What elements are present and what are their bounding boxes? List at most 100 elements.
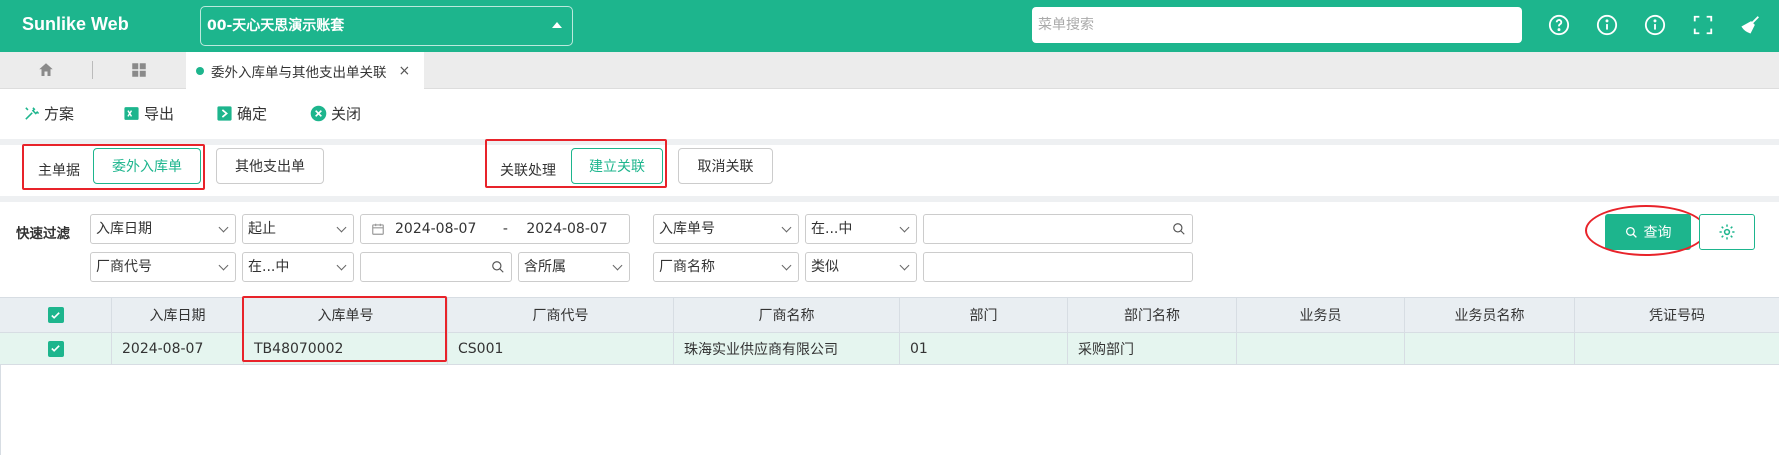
confirm-button[interactable]: 确定 — [215, 103, 267, 124]
filter-op-value: 起止 — [248, 221, 276, 237]
chevron-down-icon — [336, 260, 347, 271]
cell-voucher-no — [1575, 333, 1779, 364]
fullscreen-icon[interactable] — [1692, 14, 1714, 36]
master-label: 主单据 — [38, 163, 80, 179]
checkbox-checked-icon[interactable] — [47, 340, 64, 357]
brand-logo: Sunlike Web — [22, 14, 129, 34]
cell-salesperson — [1237, 333, 1405, 364]
cell-date: 2024-08-07 — [112, 333, 244, 364]
filter-op-select-3[interactable]: 在...中 — [242, 252, 354, 282]
table-left-border — [0, 365, 1, 455]
filter-op-value: 类似 — [811, 259, 839, 275]
column-header[interactable]: 凭证号码 — [1575, 298, 1779, 332]
tab-active[interactable]: 委外入库单与其他支出单关联 × — [186, 52, 424, 89]
annotation-box-receipt-no — [242, 296, 447, 362]
close-tab-icon[interactable]: × — [399, 63, 411, 79]
account-name: 00-天心天思演示账套 — [207, 18, 345, 34]
cancel-link-button[interactable]: 取消关联 — [678, 148, 773, 184]
search-icon[interactable] — [491, 260, 505, 274]
checkbox-checked-icon[interactable] — [47, 307, 64, 323]
column-header[interactable]: 厂商代号 — [448, 298, 674, 332]
tab-bar: 委外入库单与其他支出单关联 × — [0, 52, 1779, 89]
chevron-down-icon — [218, 222, 229, 233]
filter-op-select-2[interactable]: 在...中 — [805, 214, 917, 244]
select-all-cell[interactable] — [0, 298, 112, 332]
chevron-down-icon — [612, 260, 623, 271]
grid-icon — [132, 63, 146, 77]
column-header[interactable]: 业务员名称 — [1405, 298, 1575, 332]
other-expense-button[interactable]: 其他支出单 — [216, 148, 324, 184]
excel-icon — [122, 105, 140, 123]
account-selector[interactable]: 00-天心天思演示账套 — [200, 6, 573, 46]
about-icon[interactable] — [1644, 14, 1666, 36]
column-header[interactable]: 入库日期 — [112, 298, 244, 332]
receipt-no-value-input[interactable] — [923, 214, 1193, 244]
top-header: Sunlike Web 00-天心天思演示账套 — [0, 0, 1779, 52]
tab-label: 委外入库单与其他支出单关联 — [211, 64, 387, 81]
date-to: 2024-08-07 — [526, 221, 608, 237]
create-link-button[interactable]: 建立关联 — [571, 148, 663, 184]
date-range-input[interactable]: 2024-08-07 - 2024-08-07 — [360, 214, 630, 244]
link-process-label: 关联处理 — [500, 163, 556, 179]
scheme-label: 方案 — [44, 105, 75, 123]
close-circle-icon — [309, 105, 327, 123]
filter-field-select-1[interactable]: 入库日期 — [90, 214, 236, 244]
column-header[interactable]: 部门 — [900, 298, 1068, 332]
tab-home[interactable] — [0, 52, 92, 88]
chevron-down-icon — [899, 222, 910, 233]
row-select-cell[interactable] — [0, 333, 112, 364]
filter-field-value: 入库单号 — [659, 221, 715, 237]
clean-broom-icon[interactable] — [1740, 14, 1762, 36]
close-button[interactable]: 关闭 — [309, 103, 361, 124]
outsourced-receipt-button[interactable]: 委外入库单 — [93, 148, 201, 184]
search-icon[interactable] — [1172, 222, 1186, 236]
filter-op-select-4[interactable]: 类似 — [805, 252, 917, 282]
chevron-down-icon — [781, 260, 792, 271]
filter-field-value: 厂商代号 — [96, 259, 152, 275]
chevron-down-icon — [218, 260, 229, 271]
section-divider-2 — [0, 196, 1779, 202]
filter-field-select-4[interactable]: 厂商名称 — [653, 252, 799, 282]
cell-vendor-name: 珠海实业供应商有限公司 — [674, 333, 900, 364]
filter-op-value: 在...中 — [811, 221, 853, 237]
column-header[interactable]: 厂商名称 — [674, 298, 900, 332]
vendor-name-value-input[interactable] — [923, 252, 1193, 282]
filter-field-select-3[interactable]: 厂商代号 — [90, 252, 236, 282]
confirm-label: 确定 — [237, 105, 268, 123]
filter-field-select-2[interactable]: 入库单号 — [653, 214, 799, 244]
help-icon[interactable] — [1548, 14, 1570, 36]
caret-up-icon — [552, 22, 562, 28]
cell-dept-name: 采购部门 — [1068, 333, 1237, 364]
quick-filter-label: 快速过滤 — [16, 226, 70, 242]
scheme-button[interactable]: 方案 — [22, 103, 74, 124]
action-toolbar: 方案 导出 确定 关闭 — [0, 89, 1779, 139]
menu-search-input[interactable] — [1032, 7, 1522, 43]
annotation-ellipse-query — [1585, 205, 1707, 256]
active-dot-icon — [196, 66, 204, 75]
filter-field-value: 入库日期 — [96, 221, 152, 237]
column-header[interactable]: 部门名称 — [1068, 298, 1237, 332]
column-header[interactable]: 业务员 — [1237, 298, 1405, 332]
filter-op-select-1[interactable]: 起止 — [242, 214, 354, 244]
filter-field-value: 厂商名称 — [659, 259, 715, 275]
chevron-down-icon — [899, 260, 910, 271]
scope-select[interactable]: 含所属 — [518, 252, 630, 282]
tab-apps[interactable] — [93, 52, 185, 88]
calendar-icon — [372, 223, 384, 235]
export-label: 导出 — [144, 105, 175, 123]
settings-button[interactable] — [1699, 214, 1755, 250]
scheme-icon — [22, 105, 40, 123]
cell-dept: 01 — [900, 333, 1068, 364]
home-icon — [39, 63, 53, 76]
date-from: 2024-08-07 — [395, 221, 477, 237]
vendor-code-value-input[interactable] — [360, 252, 512, 282]
chevron-down-icon — [336, 222, 347, 233]
export-button[interactable]: 导出 — [122, 103, 174, 124]
section-divider — [0, 139, 1779, 145]
cell-salesperson-name — [1405, 333, 1575, 364]
gear-icon — [1719, 224, 1735, 240]
info-icon[interactable] — [1596, 14, 1618, 36]
close-label: 关闭 — [331, 105, 362, 123]
chevron-down-icon — [781, 222, 792, 233]
filter-op-value: 在...中 — [248, 259, 290, 275]
